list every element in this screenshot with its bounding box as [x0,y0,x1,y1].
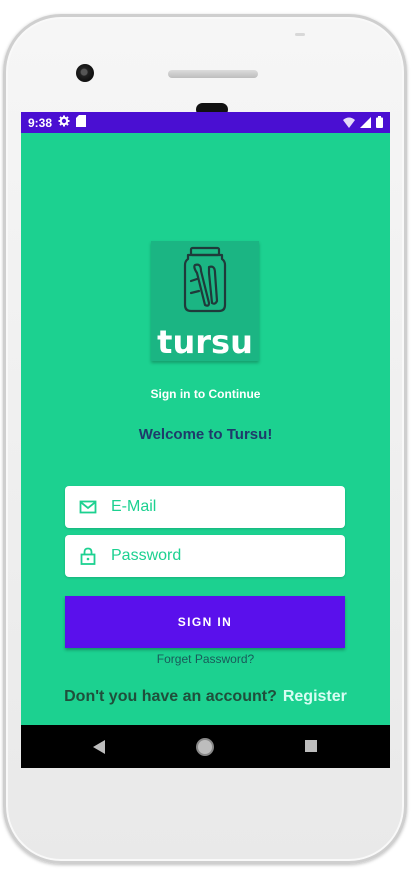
password-field[interactable] [65,535,345,577]
sd-card-icon [76,115,87,130]
recents-icon[interactable] [305,740,317,752]
forget-password-link[interactable]: Forget Password? [21,652,390,666]
email-input[interactable] [109,497,333,517]
home-icon[interactable] [196,738,214,756]
welcome-heading: Welcome to Tursu! [138,426,273,443]
account-question: Don't you have an account? [64,688,277,705]
front-camera [76,64,94,82]
mail-icon [79,498,97,516]
signal-icon [360,116,371,131]
signin-button[interactable]: SIGN IN [65,596,345,648]
frame-detail [295,33,305,36]
lock-icon [79,547,97,565]
earpiece-speaker [168,70,258,78]
status-icons [343,116,383,131]
device-screen: 9:38 tursu Sign in to Continue Welcome t… [21,112,390,768]
wifi-icon [343,117,355,131]
logo-text: tursu [157,323,253,361]
status-bar: 9:38 [21,112,390,133]
login-screen: tursu Sign in to Continue Welcome to Tur… [21,133,390,725]
password-input[interactable] [109,546,333,566]
battery-icon [376,116,383,131]
back-icon[interactable] [92,740,106,759]
status-time: 9:38 [28,115,53,130]
account-row: Don't you have an account? Register [21,688,390,706]
signin-caption: Sign in to Continue [150,387,261,401]
pickle-jar-icon [183,246,227,313]
email-field[interactable] [65,486,345,528]
navigation-bar [21,725,390,768]
gear-icon [58,115,70,130]
register-link[interactable]: Register [283,688,347,705]
app-logo: tursu [151,241,259,361]
